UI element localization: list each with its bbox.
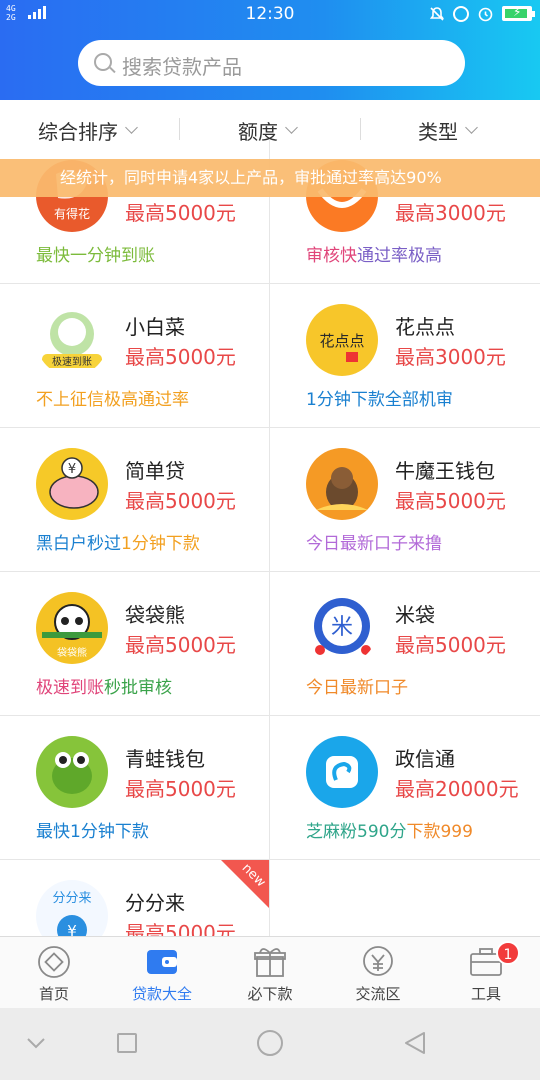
logo-qingwa-icon <box>36 736 108 808</box>
svg-text:¥: ¥ <box>68 462 76 477</box>
search-icon <box>94 53 112 71</box>
product-name: 米袋 <box>395 603 435 627</box>
home-button[interactable] <box>257 1030 283 1056</box>
product-tagline: 黑白户秒过1分钟下款 <box>36 534 200 554</box>
tab-label: 贷款大全 <box>131 985 192 1003</box>
search-placeholder: 搜索贷款产品 <box>122 55 242 79</box>
product-card[interactable]: 政信通最高20000元芝麻粉590分下款999 <box>270 716 540 860</box>
product-tagline: 极速到账秒批审核 <box>36 678 172 698</box>
tab-label: 首页 <box>38 985 69 1003</box>
product-amount: 最高5000元 <box>395 633 506 657</box>
product-card[interactable]: 分分来 ¥ 分分来 最高5000元 new <box>0 860 270 936</box>
product-tagline: 最快1分钟下款 <box>36 822 149 842</box>
product-tagline: 审核快通过率极高 <box>306 246 442 266</box>
tab-community[interactable]: 交流区 <box>324 937 432 1009</box>
system-nav-bar <box>0 1008 540 1080</box>
chevron-down-icon[interactable] <box>26 1036 46 1050</box>
search-input[interactable]: 搜索贷款产品 <box>78 40 465 86</box>
product-amount: 最高5000元 <box>125 921 236 936</box>
product-amount: 最高5000元 <box>125 633 236 657</box>
product-card[interactable]: ¥ 简单贷最高5000元黑白户秒过1分钟下款 <box>0 428 270 572</box>
lock-rotation-icon <box>453 5 469 22</box>
notice-banner: 经统计，同时申请4家以上产品，审批通过率高达90% <box>0 159 540 197</box>
product-card[interactable]: 极速到账 小白菜最高5000元不上征信极高通过率 <box>0 284 270 428</box>
tab-tools[interactable]: 工具 1 <box>432 937 540 1009</box>
product-amount: 最高3000元 <box>395 345 506 369</box>
status-bar: 4G 2G 12:30 ⚡ <box>0 0 540 28</box>
home-diamond-icon <box>36 945 72 979</box>
product-name: 政信通 <box>395 747 455 771</box>
product-tagline: 1分钟下款全部机审 <box>306 390 453 410</box>
product-amount: 最高5000元 <box>125 777 236 801</box>
product-name: 小白菜 <box>125 315 185 339</box>
logo-zhengxintong-icon <box>306 736 378 808</box>
tab-must-lend[interactable]: 必下款 <box>216 937 324 1009</box>
alarm-icon <box>478 7 493 22</box>
app-header: 4G 2G 12:30 ⚡ 搜索贷款产品 <box>0 0 540 100</box>
svg-text:有得花: 有得花 <box>54 206 90 221</box>
product-card[interactable]: 牛魔王钱包最高5000元今日最新口子来撸 <box>270 428 540 572</box>
product-amount: 最高5000元 <box>395 489 506 513</box>
product-tagline: 今日最新口子 <box>306 678 408 698</box>
product-name: 袋袋熊 <box>125 603 185 627</box>
product-tagline: 不上征信极高通过率 <box>36 390 189 410</box>
product-card[interactable]: 花点点 花点点 最高3000元 1分钟下款全部机审 <box>270 284 540 428</box>
product-card[interactable]: 袋袋熊 袋袋熊 最高5000元 极速到账秒批审核 <box>0 572 270 716</box>
product-amount: 最高20000元 <box>395 777 519 801</box>
logo-daidaixiong-icon: 袋袋熊 <box>36 592 108 664</box>
battery-icon: ⚡ <box>502 5 535 21</box>
svg-text:极速到账: 极速到账 <box>52 355 92 368</box>
product-card[interactable]: 青蛙钱包最高5000元最快1分钟下款 <box>0 716 270 860</box>
chevron-down-icon <box>125 121 138 134</box>
notification-badge: 1 <box>496 941 520 965</box>
bell-off-icon <box>429 6 445 21</box>
product-name: 牛魔王钱包 <box>395 459 495 483</box>
recent-apps-button[interactable] <box>117 1033 137 1053</box>
bottom-tab-bar: 首页 贷款大全 必下款 交流区 工具 1 <box>0 936 540 1008</box>
wallet-icon <box>144 945 180 979</box>
product-amount: 最高5000元 <box>125 201 236 225</box>
chevron-down-icon <box>465 121 478 134</box>
tab-home[interactable]: 首页 <box>0 937 108 1009</box>
logo-fenfenlai-icon: 分分来 ¥ <box>36 880 108 936</box>
product-card[interactable]: 米 米袋最高5000元今日最新口子 <box>270 572 540 716</box>
product-name: 花点点 <box>395 315 455 339</box>
tab-label: 工具 <box>470 985 501 1003</box>
logo-niumowang-icon <box>306 448 378 520</box>
logo-huadiandian-icon: 花点点 <box>306 304 378 376</box>
product-amount: 最高3000元 <box>395 201 506 225</box>
product-tagline: 芝麻粉590分下款999 <box>306 822 473 842</box>
tab-label: 必下款 <box>247 985 293 1003</box>
logo-jiandandai-icon: ¥ <box>36 448 108 520</box>
gift-icon <box>252 945 288 979</box>
svg-text:花点点: 花点点 <box>319 332 364 350</box>
product-name: 分分来 <box>125 891 185 915</box>
logo-xiaobaicai-icon: 极速到账 <box>36 304 108 376</box>
svg-text:¥: ¥ <box>67 922 77 936</box>
product-grid: 有得花 最高5000元 最快一分钟到账 最高3000元 审核快通过率极高 极速到账 小白菜最… <box>0 140 540 936</box>
product-amount: 最高5000元 <box>125 489 236 513</box>
svg-text:袋袋熊: 袋袋熊 <box>57 646 87 659</box>
product-name: 青蛙钱包 <box>125 747 205 771</box>
tab-loans[interactable]: 贷款大全 <box>108 937 216 1009</box>
svg-text:分分来: 分分来 <box>52 891 91 906</box>
product-tagline: 今日最新口子来撸 <box>306 534 442 554</box>
logo-midai-icon: 米 <box>306 592 378 664</box>
product-name: 简单贷 <box>125 459 185 483</box>
tab-label: 交流区 <box>355 985 401 1003</box>
chevron-down-icon <box>285 121 298 134</box>
back-button[interactable] <box>402 1030 428 1056</box>
svg-text:米: 米 <box>331 615 353 640</box>
product-tagline: 最快一分钟到账 <box>36 246 155 266</box>
yen-chat-icon <box>360 945 396 979</box>
product-amount: 最高5000元 <box>125 345 236 369</box>
